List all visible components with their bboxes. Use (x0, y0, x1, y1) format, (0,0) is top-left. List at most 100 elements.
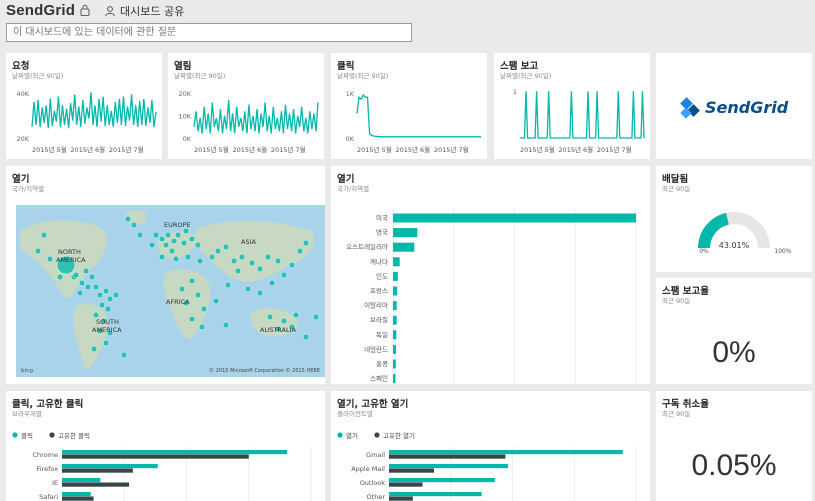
gauge-min-label: 0% (699, 248, 709, 255)
map-dot (200, 305, 208, 313)
bar (62, 482, 130, 487)
legend-marker (12, 432, 18, 438)
tile-subtitle: 최근 90일 (662, 297, 691, 305)
map-dot (168, 247, 176, 255)
map-dot (296, 247, 304, 255)
y-tick-label: 1K (346, 90, 355, 98)
tile-spam[interactable]: 스팸 보고 날짜별(최근 90일) 1 2015년 5월 2015년 6월 2015년… (494, 53, 650, 159)
map-dot (82, 267, 90, 275)
map-dot (184, 253, 192, 261)
legend-marker (374, 432, 380, 438)
category-label: Other (367, 493, 386, 501)
category-label: 스페인 (370, 374, 388, 383)
map-dot (188, 277, 196, 285)
map-dot (172, 255, 180, 263)
qa-question-input[interactable] (6, 23, 412, 42)
map-label-australia: AUSTRALIA (260, 326, 297, 334)
requests-line-chart: 40K 20K2015년 5월 2015년 6월 2015년 7월 (16, 90, 157, 154)
gauge-value-label: 43.01% (719, 241, 750, 250)
share-label: 대시보드 공유 (120, 5, 185, 18)
bar (393, 242, 415, 252)
map-dot (248, 259, 256, 267)
bar (389, 492, 482, 497)
unsubscribe-rate-value: 0.05% (691, 449, 777, 482)
map-dot (302, 333, 310, 341)
opens-line-chart: 20K 10K 0K2015년 5월 2015년 6월 2015년 7월 (178, 90, 319, 154)
map-dot (34, 247, 42, 255)
share-dashboard-button[interactable]: 대시보드 공유 (104, 4, 184, 18)
map-dot (238, 253, 246, 261)
tile-subtitle: 최근 90일 (662, 410, 691, 418)
bar (393, 301, 397, 311)
map-dot (152, 231, 160, 239)
map-dot (72, 271, 80, 279)
map-dot (170, 237, 178, 245)
x-tick-label: 2015년 7월 (109, 145, 144, 154)
tile-opens-bar[interactable]: 열기 국가/지역별 0M0.1M0.2M0.3M0.4M미국영국오스트레일리아캐… (331, 166, 650, 384)
bar (62, 454, 249, 459)
map-dot (196, 257, 204, 265)
map-dot (230, 257, 238, 265)
bar (62, 464, 158, 469)
tile-logo[interactable]: SendGrid (656, 53, 812, 159)
tile-delivered[interactable]: 배달됨 최근 90일 43.01% 0% 100% (656, 166, 812, 272)
map-dot (212, 297, 220, 305)
tile-unsubscribe[interactable]: 구독 취소율 최근 90일 0.05% (656, 391, 812, 501)
map-dot (78, 279, 86, 287)
map-dot (46, 255, 54, 263)
x-tick-label: 2015년 7월 (271, 145, 306, 154)
tile-opens[interactable]: 열림 날짜별(최근 90일) 20K 10K 0K 2015년 5월 2015년 6월 2… (168, 53, 324, 159)
x-tick-label: 2015년 6월 (395, 145, 430, 154)
legend-label: 열기 (346, 431, 358, 440)
y-tick-label: 0K (346, 135, 355, 143)
bar (393, 344, 397, 354)
series-line (193, 100, 319, 134)
map-dot (98, 301, 106, 309)
legend-marker (337, 432, 343, 438)
map-dot (120, 351, 128, 359)
opens-by-client-bar-chart: 열기 고유한 열기 Gmail Apple Mail Outlook Other (337, 431, 637, 501)
tile-clicks-browser[interactable]: 클릭, 고유한 클릭 브라우저별 클릭 고유한 클릭 Chrome Firefox IE… (6, 391, 325, 501)
header-bar: SendGrid 대시보드 공유 (0, 0, 815, 22)
map-dot (88, 273, 96, 281)
map-dot (222, 243, 230, 251)
map-dot (124, 215, 132, 223)
bar (393, 213, 636, 223)
category-label: 오스트레일리아 (346, 242, 388, 251)
map-dot (162, 241, 170, 249)
map-dot (104, 305, 112, 313)
map-dot (268, 279, 276, 287)
tile-spam-rate[interactable]: 스팸 보고율 최근 90일 0% (656, 278, 812, 384)
map-label-south-america-2: AMERICA (92, 326, 122, 334)
series-line (356, 94, 481, 138)
map-dot (208, 253, 216, 261)
tile-clicks[interactable]: 클릭 날짜별(최근 90일) 1K 0K 2015년 5월 2015년 6월 2015년… (331, 53, 487, 159)
map-label-north-america-2: AMERICA (56, 256, 86, 264)
bar (393, 330, 397, 340)
bar (389, 450, 623, 455)
world-map[interactable]: NORTH AMERICA EUROPE ASIA AFRICA SOUTH A… (16, 205, 325, 377)
category-label: 독일 (376, 330, 388, 339)
bing-logo: bing (21, 368, 33, 374)
tile-opens-map[interactable]: 열기 국가/지역별 NORTH AMERICA EUROPE ASIA AFRI… (6, 166, 325, 384)
delivered-gauge: 43.01% 0% 100% (698, 212, 792, 255)
category-label: 네덜란드 (364, 344, 388, 353)
category-label: 미국 (376, 213, 388, 222)
bar (389, 464, 509, 469)
map-dot (256, 265, 264, 273)
bar (62, 468, 133, 473)
map-label-north-america-1: NORTH (58, 248, 81, 256)
clicks-by-browser-bar-chart: 클릭 고유한 클릭 Chrome Firefox IE Safari (12, 432, 312, 501)
map-dot (56, 273, 64, 281)
category-label: 홍콩 (376, 359, 388, 368)
y-tick-label: 20K (178, 90, 191, 98)
category-label: 캐나다 (370, 257, 388, 266)
map-dot (222, 321, 230, 329)
tile-requests[interactable]: 요청 날짜별(최근 90일) 40K 20K 2015년 5월 2015년 6월 201… (6, 53, 162, 159)
tile-opens-client[interactable]: 열기, 고유한 열기 클라이언트별 열기 고유한 열기 Gmail Apple Mai… (331, 391, 650, 501)
clicks-line-chart: 1K 0K2015년 5월 2015년 6월 2015년 7월 (346, 90, 481, 154)
map-label-south-america-1: SOUTH (96, 318, 119, 326)
map-dot (148, 241, 156, 249)
bar (389, 496, 413, 501)
x-tick-label: 2015년 7월 (434, 145, 469, 154)
